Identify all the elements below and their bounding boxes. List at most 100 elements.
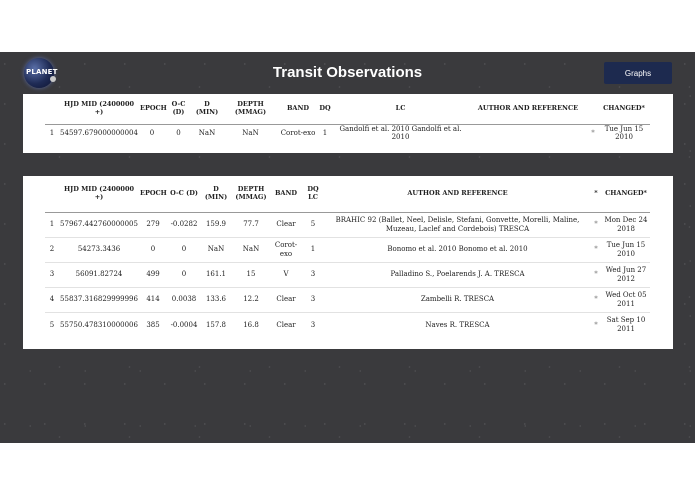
transit-table-2: HJD MID (2400000 +) EPOCH O-C (D) D (MIN… [45,176,650,337]
col-header [45,176,59,213]
cell-author: Palladino S., Poelarends J. A. TRESCA [325,261,590,287]
cell-epoch: 0 [149,129,155,138]
cell-oc: -0.0282 [170,220,198,229]
transit-table-1: HJD MID (2400000 +) EPOCH O-C (D) D (MIN… [45,94,650,142]
cell-index: 4 [45,286,59,312]
cell-author: Bonomo et al. 2010 Bonomo et al. 2010 [325,236,590,262]
col-header-star [588,94,598,125]
cell-duration: 161.1 [201,261,231,287]
col-header-depth[interactable]: DEPTH (MMAG) [231,176,271,213]
cell-band: Clear [271,286,301,312]
cell-depth: 77.7 [243,220,259,229]
cell-changed: Tue Jun 15 2010 [604,124,644,142]
cell-band: Clear [276,220,296,229]
cell-oc: -0.0004 [167,311,201,337]
cell-oc: 0 [176,129,181,138]
transit-table-card-1: HJD MID (2400000 +) EPOCH O-C (D) D (MIN… [23,94,673,153]
cell-star: * [590,236,602,262]
cell-dq: 3 [301,311,325,337]
col-header-author[interactable]: AUTHOR AND REFERENCE [468,94,588,125]
cell-hjd: 54273.3436 [59,236,139,262]
cell-duration: NaN [201,236,231,262]
col-header-epoch[interactable]: EPOCH [139,94,167,125]
cell-author: Naves R. TRESCA [325,311,590,337]
cell-oc: 0 [167,236,201,262]
col-header-dq-lc[interactable]: DQ LC [301,176,325,213]
cell-dq: 5 [310,220,316,229]
table-header-row: HJD MID (2400000 +) EPOCH O-C (D) D (MIN… [45,176,650,213]
col-header-oc[interactable]: O-C (D) [165,94,192,125]
col-header-duration[interactable]: D (MIN) [192,94,222,125]
cell-changed: Wed Oct 05 2011 [602,286,650,312]
cell-epoch: 414 [139,286,167,312]
col-header-band[interactable]: BAND [271,176,301,213]
col-header [45,94,59,125]
cell-hjd: 55837.316829999996 [59,286,139,312]
cell-hjd: 55750.478310000006 [59,311,139,337]
table-row[interactable]: 5 55750.478310000006 385 -0.0004 157.8 1… [45,311,650,337]
cell-hjd: 54597.679000000004 [60,129,138,138]
cell-star: * [591,129,595,138]
col-header-changed[interactable]: CHANGED* [602,176,650,213]
col-header-author[interactable]: AUTHOR AND REFERENCE [325,176,590,213]
cell-star: * [590,286,602,312]
col-header-dq[interactable]: DQ [317,94,333,125]
col-header-band[interactable]: BAND [279,94,317,125]
cell-dq: 1 [301,236,325,262]
cell-changed: Sat Sep 10 2011 [602,311,650,337]
cell-index: 2 [45,236,59,262]
cell-band: Corot-exo [271,236,301,262]
cell-star: * [590,311,602,337]
cell-changed: Tue Jun 15 2010 [602,236,650,262]
cell-duration: 157.8 [201,311,231,337]
col-header-epoch[interactable]: EPOCH [139,176,167,213]
col-header-lc[interactable]: LC [333,94,468,125]
cell-dq: 1 [322,129,328,138]
cell-epoch: 279 [146,220,160,229]
cell-depth: 16.8 [231,311,271,337]
cell-star: * [590,261,602,287]
cell-star: * [594,220,598,229]
table-row[interactable]: 2 54273.3436 0 0 NaN NaN Corot-exo 1 Bon… [45,236,650,262]
cell-hjd: 57967.442760000005 [60,220,138,229]
cell-depth: 15 [231,261,271,287]
cell-author [468,124,588,142]
col-header-depth[interactable]: DEPTH (MMAG) [222,94,279,125]
cell-band: Corot-exo [280,129,316,138]
cell-index: 5 [45,311,59,337]
col-header-hjd[interactable]: HJD MID (2400000 +) [59,176,139,213]
cell-depth: 12.2 [231,286,271,312]
page-title: Transit Observations [272,64,423,81]
table-header-row: HJD MID (2400000 +) EPOCH O-C (D) D (MIN… [45,94,650,125]
col-header-star: * [590,176,602,213]
cell-epoch: 499 [139,261,167,287]
cell-author: Zambelli R. TRESCA [325,286,590,312]
cell-dq: 3 [301,261,325,287]
cell-hjd: 56091.82724 [59,261,139,287]
cell-duration: 133.6 [201,286,231,312]
cell-dq: 3 [301,286,325,312]
graphs-button[interactable]: Graphs [604,62,672,84]
cell-band: V [271,261,301,287]
cell-changed: Wed Jun 27 2012 [602,261,650,287]
cell-author: BRAHIC 92 (Ballet, Neel, Delisle, Stefan… [335,216,580,233]
transit-table-card-2: HJD MID (2400000 +) EPOCH O-C (D) D (MIN… [23,176,673,349]
table-row[interactable]: 3 56091.82724 499 0 161.1 15 V 3 Palladi… [45,261,650,287]
cell-epoch: 0 [139,236,167,262]
cell-index: 1 [49,220,55,229]
cell-depth: NaN [231,236,271,262]
table-row[interactable]: 4 55837.316829999996 414 0.0038 133.6 12… [45,286,650,312]
cell-epoch: 385 [139,311,167,337]
cell-depth: NaN [242,129,259,138]
col-header-oc[interactable]: O-C (D) [167,176,201,213]
col-header-hjd[interactable]: HJD MID (2400000 +) [59,94,139,125]
cell-index: 3 [45,261,59,287]
table-row[interactable]: 1 57967.442760000005 279 -0.0282 159.9 7… [45,212,650,237]
cell-lc: Gandolfi et al. 2010 Gandolfi et al. 201… [339,124,462,142]
cell-oc: 0 [167,261,201,287]
cell-duration: NaN [198,129,216,138]
col-header-changed[interactable]: CHANGED* [598,94,650,125]
table-row[interactable]: 1 54597.679000000004 0 0 NaN NaN Corot-e… [45,124,650,142]
col-header-duration[interactable]: D (MIN) [201,176,231,213]
cell-changed: Mon Dec 24 2018 [604,216,648,233]
